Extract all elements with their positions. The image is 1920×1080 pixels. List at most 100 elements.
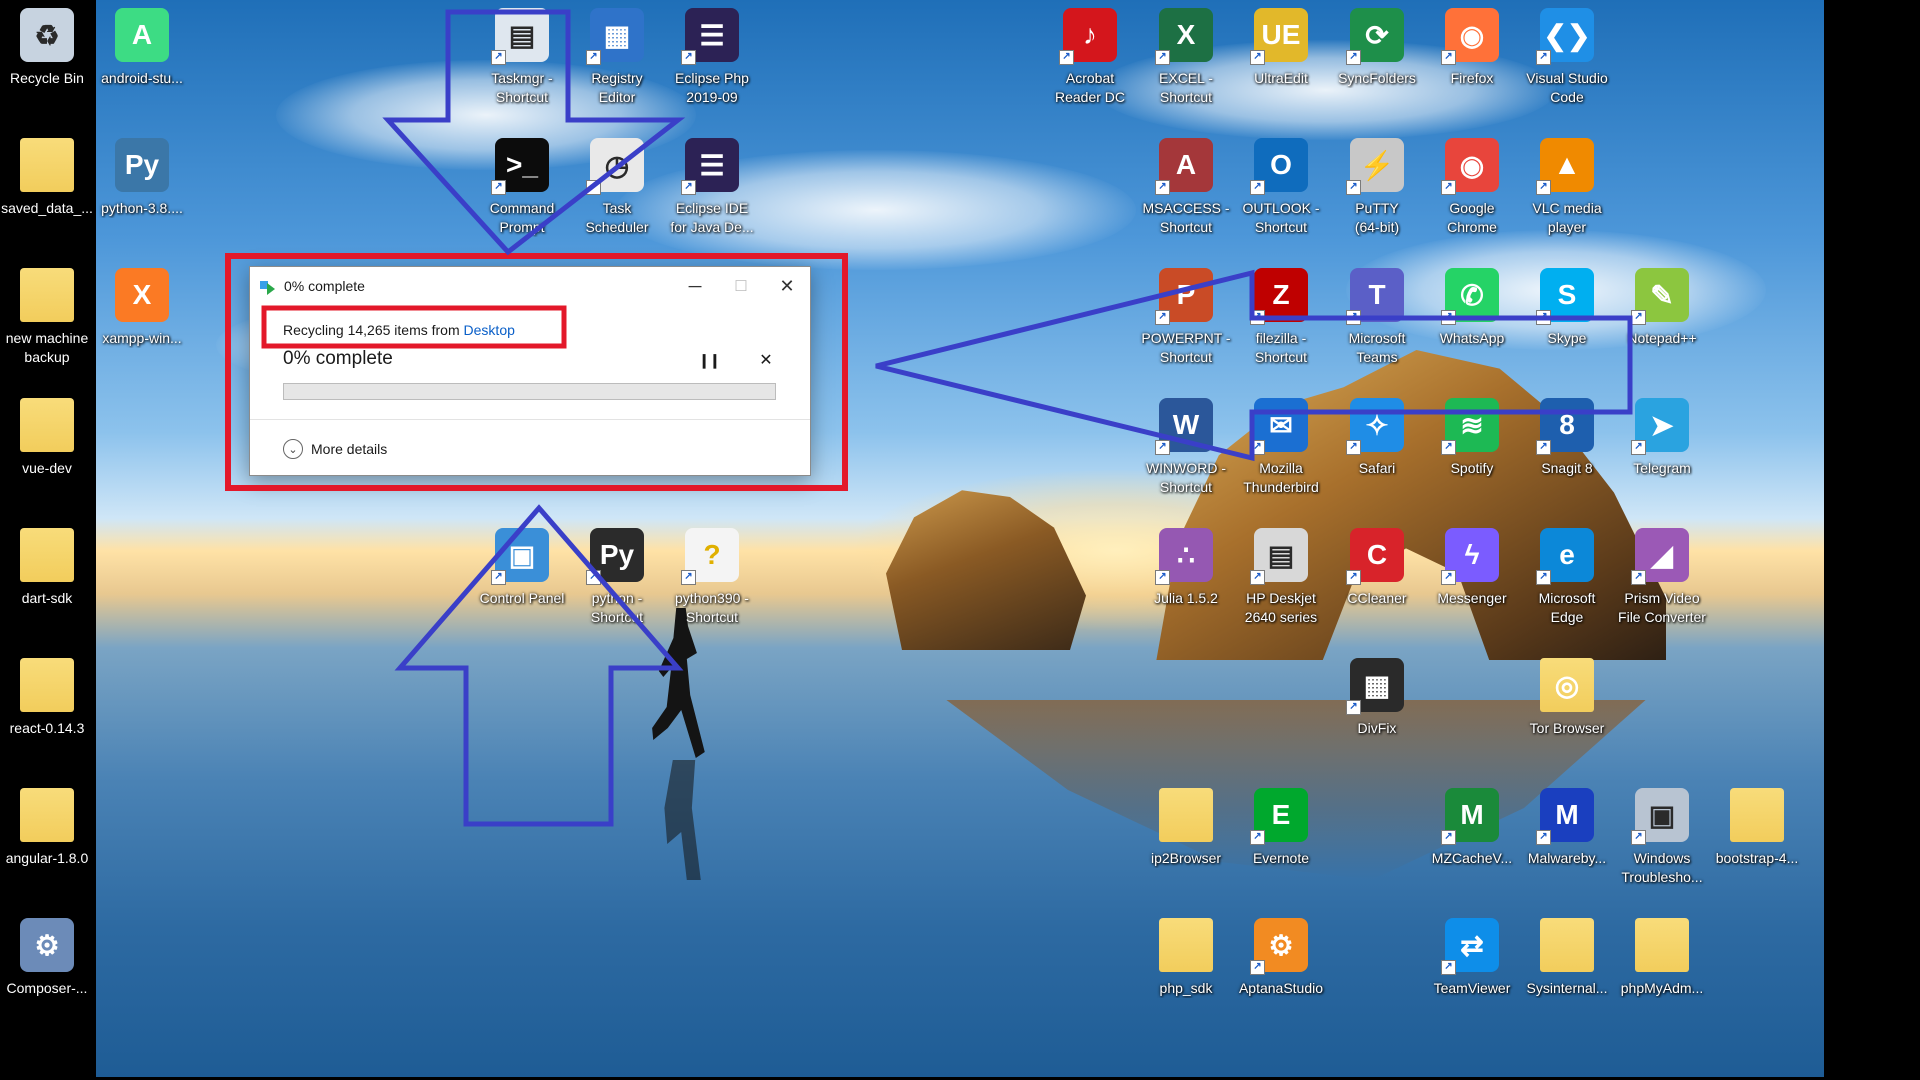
desktop-icon-skype[interactable]: S ↗ Skype xyxy=(1520,260,1614,378)
icon-glyph: 8 xyxy=(1559,409,1575,440)
desktop-icon-label: PuTTY (64-bit) xyxy=(1354,200,1400,235)
desktop-icon-phpmyadmin[interactable]: phpMyAdm... xyxy=(1615,910,1709,1028)
desktop-icon-hp-deskjet[interactable]: ▤ ↗ HP Deskjet 2640 series xyxy=(1234,520,1328,638)
desktop-icon-ip2browser[interactable]: ip2Browser xyxy=(1139,780,1233,898)
desktop-icon-label: ip2Browser xyxy=(1150,850,1222,866)
icon-glyph: Z xyxy=(1272,279,1290,310)
desktop-icon-python38[interactable]: Py python-3.8.... xyxy=(95,130,189,248)
shortcut-arrow-icon: ↗ xyxy=(1441,830,1456,845)
desktop-icon-label: UltraEdit xyxy=(1254,70,1308,86)
desktop-location-link[interactable]: Desktop xyxy=(464,322,515,338)
desktop-icon-cmd[interactable]: >_ ↗ Command Prompt xyxy=(475,130,569,248)
desktop-icon-snagit[interactable]: 8 ↗ Snagit 8 xyxy=(1520,390,1614,508)
desktop-icon-firefox[interactable]: ◉ ↗ Firefox xyxy=(1425,0,1519,118)
desktop-icon-troubleshooter[interactable]: ▣ ↗ Windows Troublesho... xyxy=(1615,780,1709,898)
desktop-icon-label: Notepad++ xyxy=(1627,330,1697,346)
desktop-icon-julia[interactable]: ∴ ↗ Julia 1.5.2 xyxy=(1139,520,1233,638)
desktop-icon-php-sdk[interactable]: php_sdk xyxy=(1139,910,1233,1028)
desktop-icon-angular[interactable]: angular-1.8.0 xyxy=(0,780,94,898)
pause-button[interactable]: ❙❙ xyxy=(694,347,724,373)
desktop-icon-label: Skype xyxy=(1547,330,1587,346)
desktop-icon-vlc[interactable]: ▲ ↗ VLC media player xyxy=(1520,130,1614,248)
icon-glyph: ♪ xyxy=(1083,19,1097,50)
desktop-icon-bootstrap[interactable]: bootstrap-4... xyxy=(1710,780,1804,898)
clapperboard-icon: ▦ ↗ xyxy=(1346,658,1404,715)
desktop-icon-label: Spotify xyxy=(1450,460,1494,476)
desktop-icon-telegram[interactable]: ➤ ↗ Telegram xyxy=(1615,390,1709,508)
icon-glyph: ◉ xyxy=(1459,19,1485,51)
icon-glyph: ∴ xyxy=(1177,539,1195,571)
access-icon: A ↗ xyxy=(1155,138,1213,195)
desktop-icon-prism[interactable]: ◢ ↗ Prism Video File Converter xyxy=(1615,520,1709,638)
desktop-icon-eclipse-java[interactable]: ☰ ↗ Eclipse IDE for Java De... xyxy=(665,130,759,248)
desktop-icon-new-machine-backup[interactable]: new machine backup xyxy=(0,260,94,378)
telegram-icon: ➤ ↗ xyxy=(1631,398,1689,455)
desktop-icon-teams[interactable]: T ↗ Microsoft Teams xyxy=(1330,260,1424,378)
shortcut-arrow-icon: ↗ xyxy=(1250,570,1265,585)
desktop-icon-composer[interactable]: ⚙ Composer-... xyxy=(0,910,94,1028)
desktop-icon-recycle-bin[interactable]: ♻ Recycle Bin xyxy=(0,0,94,118)
shortcut-arrow-icon: ↗ xyxy=(1155,310,1170,325)
desktop-icon-registry-editor[interactable]: ▦ ↗ Registry Editor xyxy=(570,0,664,118)
desktop-icon-eclipse-php[interactable]: ☰ ↗ Eclipse Php 2019-09 xyxy=(665,0,759,118)
desktop-icon-aptana[interactable]: ⚙ ↗ AptanaStudio xyxy=(1234,910,1328,1028)
desktop-icon-python-shortcut[interactable]: Py ↗ python - Shortcut xyxy=(570,520,664,638)
desktop-icon-mzcache[interactable]: M ↗ MZCacheV... xyxy=(1425,780,1519,898)
desktop-icon-vscode[interactable]: ❮❯ ↗ Visual Studio Code xyxy=(1520,0,1614,118)
desktop-icon-messenger[interactable]: ϟ ↗ Messenger xyxy=(1425,520,1519,638)
desktop-icon-thunderbird[interactable]: ✉ ↗ Mozilla Thunderbird xyxy=(1234,390,1328,508)
desktop-icon-putty[interactable]: ⚡ ↗ PuTTY (64-bit) xyxy=(1330,130,1424,248)
installer-icon: ⚙ xyxy=(20,918,74,972)
desktop-icon-notepadpp[interactable]: ✎ ↗ Notepad++ xyxy=(1615,260,1709,378)
desktop-icon-powerpnt[interactable]: P ↗ POWERPNT - Shortcut xyxy=(1139,260,1233,378)
icon-glyph: ☰ xyxy=(699,19,725,51)
desktop-icon-label: EXCEL - Shortcut xyxy=(1159,70,1213,105)
desktop-icon-evernote[interactable]: E ↗ Evernote xyxy=(1234,780,1328,898)
desktop-icon-python390[interactable]: ? ↗ python390 - Shortcut xyxy=(665,520,759,638)
desktop-icon-filezilla[interactable]: Z ↗ filezilla - Shortcut xyxy=(1234,260,1328,378)
desktop-icon-safari[interactable]: ✧ ↗ Safari xyxy=(1330,390,1424,508)
icon-glyph: ✧ xyxy=(1365,409,1389,441)
desktop-icon-spotify[interactable]: ≋ ↗ Spotify xyxy=(1425,390,1519,508)
dialog-title-bar[interactable]: 0% complete ─ ☐ ✕ xyxy=(250,267,810,305)
cancel-operation-button[interactable]: ✕ xyxy=(751,347,781,373)
desktop-icon-dart-sdk[interactable]: dart-sdk xyxy=(0,520,94,638)
prism-icon: ◢ ↗ xyxy=(1631,528,1689,585)
icon-glyph: S xyxy=(1557,279,1577,310)
minimize-button[interactable]: ─ xyxy=(672,267,718,305)
desktop-icon-taskmgr[interactable]: ▤ ↗ Taskmgr - Shortcut xyxy=(475,0,569,118)
desktop-icon-control-panel[interactable]: ▣ ↗ Control Panel xyxy=(475,520,569,638)
desktop-icon-excel[interactable]: X ↗ EXCEL - Shortcut xyxy=(1139,0,1233,118)
desktop-icon-sysinternals[interactable]: Sysinternal... xyxy=(1520,910,1614,1028)
desktop-icon-ultraedit[interactable]: UE ↗ UltraEdit xyxy=(1234,0,1328,118)
desktop-icon-winword[interactable]: W ↗ WINWORD - Shortcut xyxy=(1139,390,1233,508)
pause-icon: ❙❙ xyxy=(698,351,720,368)
desktop-icon-divfix[interactable]: ▦ ↗ DivFix xyxy=(1330,650,1424,768)
desktop-icon-chrome[interactable]: ◉ ↗ Google Chrome xyxy=(1425,130,1519,248)
icon-glyph: E xyxy=(1271,799,1291,830)
desktop-icon-react[interactable]: react-0.14.3 xyxy=(0,650,94,768)
desktop-icon-android-studio[interactable]: Aandroid-stu... xyxy=(95,0,189,118)
desktop-icon-whatsapp[interactable]: ✆ ↗ WhatsApp xyxy=(1425,260,1519,378)
desktop-icon-teamviewer[interactable]: ⇄ ↗ TeamViewer xyxy=(1425,910,1519,1028)
desktop-icon-tor[interactable]: ◎ Tor Browser xyxy=(1520,650,1614,768)
icon-glyph: ▤ xyxy=(508,19,536,51)
more-details-button[interactable]: ⌄ More details xyxy=(283,437,387,461)
close-button[interactable]: ✕ xyxy=(764,267,810,305)
desktop-icon-xampp[interactable]: Xxampp-win... xyxy=(95,260,189,378)
python-installer-icon: Py xyxy=(115,138,169,192)
desktop-icon-task-scheduler[interactable]: ◷ ↗ Task Scheduler xyxy=(570,130,664,248)
help-file-icon: ? ↗ xyxy=(681,528,739,585)
desktop-icon-ccleaner[interactable]: C ↗ CCleaner xyxy=(1330,520,1424,638)
desktop-icon-outlook[interactable]: O ↗ OUTLOOK - Shortcut xyxy=(1234,130,1328,248)
desktop-icon-syncfolders[interactable]: ⟳ ↗ SyncFolders xyxy=(1330,0,1424,118)
desktop-icon-vue-dev[interactable]: vue-dev xyxy=(0,390,94,508)
desktop-icon-edge[interactable]: e ↗ Microsoft Edge xyxy=(1520,520,1614,638)
desktop-icon-msaccess[interactable]: A ↗ MSACCESS - Shortcut xyxy=(1139,130,1233,248)
desktop-icon-saved-data[interactable]: saved_data_... xyxy=(0,130,94,248)
control-panel-icon: ▣ ↗ xyxy=(491,528,549,585)
icon-glyph: A xyxy=(131,19,153,50)
desktop-icon-acrobat[interactable]: ♪ ↗ Acrobat Reader DC xyxy=(1043,0,1137,118)
icon-glyph: ✉ xyxy=(1269,409,1293,441)
desktop-icon-malwarebytes[interactable]: M ↗ Malwareby... xyxy=(1520,780,1614,898)
